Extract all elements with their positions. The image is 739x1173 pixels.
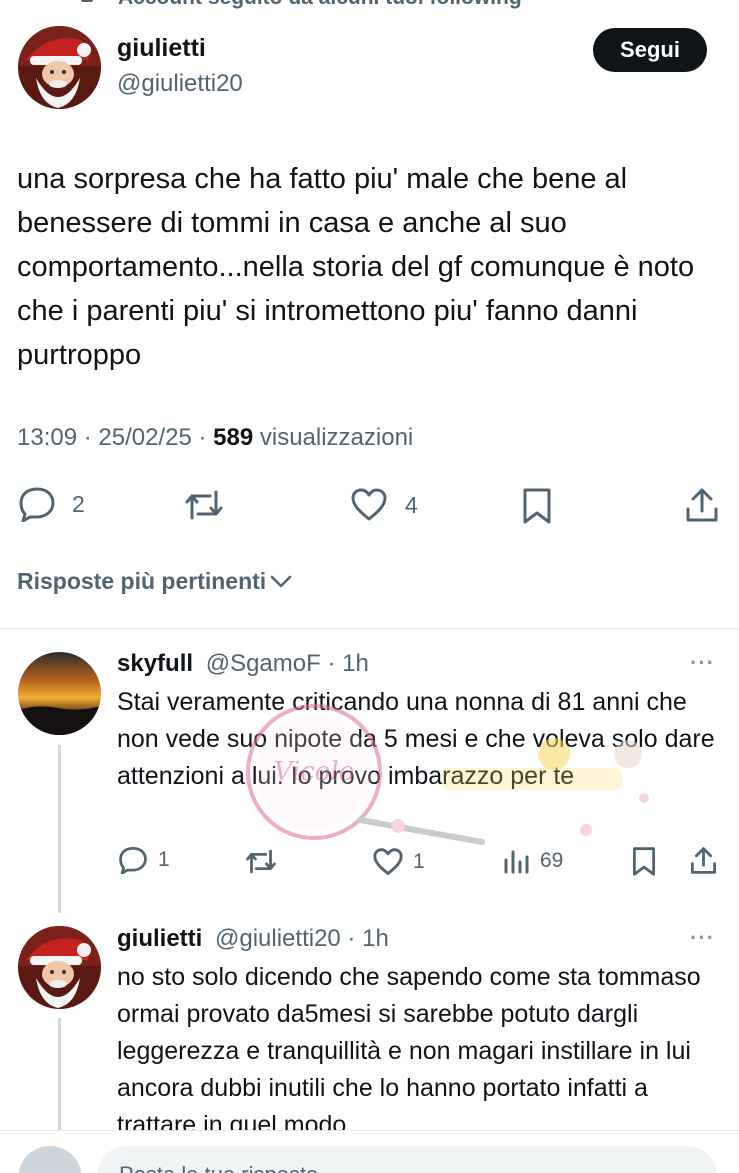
bookmark-icon xyxy=(633,847,655,876)
reply-text: Stai veramente criticando una nonna di 8… xyxy=(117,688,715,790)
reply-icon xyxy=(119,846,147,874)
views-count: 589 xyxy=(213,424,254,451)
author-handle[interactable]: @giulietti20 xyxy=(117,70,243,98)
reply-1-views-action[interactable]: 69 xyxy=(503,848,563,874)
reply-1-repost-action[interactable] xyxy=(245,848,277,875)
person-icon xyxy=(81,0,93,2)
reply-header: giulietti @giulietti20 · 1h xyxy=(117,925,389,953)
reply-compose-bar: Posta la tua risposta xyxy=(0,1130,739,1173)
chevron-down-icon xyxy=(270,575,292,587)
thread-connector xyxy=(58,745,61,913)
reply-1-share-action[interactable] xyxy=(690,846,717,875)
reply-author-handle-time[interactable]: @SgamoF · 1h xyxy=(206,650,369,677)
reply-avatar-giulietti[interactable] xyxy=(18,926,101,1009)
reply-text: no sto solo dicendo che sapendo come sta… xyxy=(117,963,701,1130)
reply-1-reply-count: 1 xyxy=(158,848,170,871)
bookmark-action[interactable] xyxy=(522,487,552,525)
reply-1-views-count: 69 xyxy=(540,849,564,872)
divider xyxy=(0,628,739,629)
repost-action[interactable] xyxy=(184,488,224,522)
views-icon xyxy=(504,850,529,874)
heart-icon xyxy=(373,848,403,875)
reply-action[interactable]: 2 xyxy=(18,486,85,522)
share-action[interactable] xyxy=(685,487,719,523)
reply-1-like-action[interactable]: 1 xyxy=(373,848,425,876)
share-icon xyxy=(686,488,718,522)
repost-icon xyxy=(246,849,276,874)
tweet-timestamp: 13:09 · 25/02/25 · xyxy=(17,424,214,451)
views-label: visualizzazioni xyxy=(253,424,414,451)
replies-sort-dropdown[interactable]: Risposte più pertinenti xyxy=(17,568,292,595)
follow-button[interactable]: Segui xyxy=(593,28,707,72)
sort-label: Risposte più pertinenti xyxy=(17,568,267,594)
bookmark-icon xyxy=(523,488,551,524)
reply-1-reply-action[interactable]: 1 xyxy=(118,846,170,874)
heart-icon xyxy=(351,488,387,521)
tweet-text: una sorpresa che ha fatto piu' male che … xyxy=(17,163,695,371)
share-icon xyxy=(690,847,717,874)
more-options-icon[interactable]: ··· xyxy=(690,925,715,951)
repost-icon xyxy=(185,490,223,520)
reply-input[interactable]: Posta la tua risposta xyxy=(97,1146,717,1173)
author-avatar[interactable] xyxy=(18,26,101,109)
reply-1-like-count: 1 xyxy=(413,850,425,873)
reply-avatar-skyfull[interactable] xyxy=(18,652,101,735)
reply-author-name[interactable]: giulietti xyxy=(117,925,202,952)
tweet-meta: 13:09 · 25/02/25 · 589 visualizzazioni xyxy=(17,424,413,452)
thread-connector xyxy=(58,1018,61,1130)
reply-header: skyfull @SgamoF · 1h xyxy=(117,650,369,678)
more-options-icon[interactable]: ··· xyxy=(690,650,715,676)
reply-author-handle-time[interactable]: @giulietti20 · 1h xyxy=(215,925,389,952)
followed-notice-text: Account seguito da alcuni tuoi following xyxy=(118,0,522,10)
followed-notice: Account seguito da alcuni tuoi following xyxy=(0,0,739,10)
reply-author-name[interactable]: skyfull xyxy=(117,650,193,677)
author-name[interactable]: giulietti xyxy=(117,34,206,63)
like-action[interactable]: 4 xyxy=(351,488,418,522)
user-avatar[interactable] xyxy=(18,1146,82,1173)
reply-icon xyxy=(19,487,55,522)
like-count: 4 xyxy=(405,491,418,518)
reply-count: 2 xyxy=(72,490,85,517)
reply-1-bookmark-action[interactable] xyxy=(632,846,656,877)
